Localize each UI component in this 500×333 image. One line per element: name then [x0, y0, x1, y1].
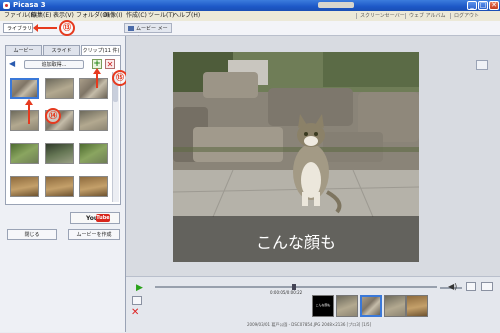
minimize-button[interactable]: _: [467, 1, 477, 10]
clip-thumbnail[interactable]: [10, 176, 39, 197]
back-arrow-icon[interactable]: ◀: [9, 60, 17, 68]
menu-edit[interactable]: 編集(E): [31, 12, 51, 20]
menu-view[interactable]: 表示(V): [53, 12, 74, 20]
clip-thumbnail[interactable]: [79, 110, 108, 131]
screensaver-link[interactable]: スクリーンセーバー: [360, 12, 405, 20]
account-name-blurred: [318, 2, 354, 8]
add-frame-icon[interactable]: [132, 296, 142, 305]
close-button[interactable]: 閉じる: [7, 229, 57, 240]
tab-strip: [0, 21, 500, 36]
tab-movie-settings[interactable]: ムービー: [5, 45, 42, 55]
preview-options-icon[interactable]: [476, 60, 488, 70]
menu-tools[interactable]: ツール(T): [148, 12, 174, 20]
video-preview[interactable]: こんな顔も: [173, 52, 419, 262]
picasa-app-icon: [3, 2, 10, 9]
menu-picture[interactable]: 画像(I): [104, 12, 122, 20]
filmstrip-slide[interactable]: [336, 295, 358, 317]
maximize-button[interactable]: □: [478, 1, 488, 10]
make-movie-button[interactable]: ムービーを作成: [68, 229, 120, 240]
annotation-arrowhead: [33, 24, 38, 32]
remove-slide-icon[interactable]: ✕: [131, 307, 139, 318]
seek-bar[interactable]: [155, 286, 437, 288]
clip-thumbnail[interactable]: [45, 143, 74, 164]
filmstrip-title-text: こんな顔も: [315, 303, 331, 307]
annotation-13: ⑬: [59, 20, 75, 36]
menu-separator: [356, 13, 357, 19]
video-caption: こんな顔も: [255, 233, 336, 252]
clip-thumbnail[interactable]: [10, 110, 39, 131]
volume-icon[interactable]: ◀): [448, 282, 457, 291]
annotation-arrow: [35, 27, 57, 29]
export-icon[interactable]: [481, 282, 493, 291]
youtube-logo-tube: Tube: [96, 214, 110, 222]
annotation-arrowhead: [93, 68, 101, 74]
play-icon[interactable]: ▶: [136, 283, 147, 293]
movie-maker-icon: [128, 26, 134, 31]
fullscreen-icon[interactable]: [466, 282, 476, 291]
clip-thumbnail[interactable]: [79, 176, 108, 197]
clip-thumbnail[interactable]: [79, 143, 108, 164]
clip-thumbnail[interactable]: [45, 78, 74, 99]
menu-help[interactable]: ヘルプ(H): [173, 12, 200, 20]
tab-library[interactable]: ライブラリ: [3, 23, 33, 33]
tab-clips[interactable]: クリップ(11 件): [81, 45, 121, 55]
clip-thumbnail[interactable]: [79, 78, 108, 99]
filmstrip-slide[interactable]: [360, 295, 382, 317]
menu-separator: [450, 13, 451, 19]
status-text: 2009/03/01 葛戸公園 - DSC07854.JPG 2048×2136…: [247, 322, 372, 327]
menu-separator: [405, 13, 406, 19]
remove-clip-button[interactable]: ✕: [105, 59, 115, 69]
filmstrip-slide[interactable]: [406, 295, 428, 317]
title-bar: Picasa 3 _ □ ✕: [0, 0, 500, 11]
clip-thumbnail[interactable]: [10, 143, 39, 164]
add-files-button[interactable]: 追加取得...: [24, 60, 84, 69]
annotation-arrow: [96, 72, 98, 88]
annotation-arrowhead: [25, 99, 33, 105]
menu-create[interactable]: 作成(C): [126, 12, 147, 20]
logout-link[interactable]: ログアウト: [454, 12, 479, 20]
annotation-arrow: [28, 104, 30, 124]
clip-thumbnail[interactable]: [45, 176, 74, 197]
web-album-link[interactable]: ウェブ アルバム: [409, 12, 446, 20]
window-title: Picasa 3: [13, 1, 46, 9]
annotation-14: ⑭: [45, 108, 61, 124]
clip-thumbnail[interactable]: [10, 78, 39, 99]
time-readout: 0:00:05/0:00:22: [270, 290, 303, 295]
close-window-button[interactable]: ✕: [489, 1, 499, 10]
filmstrip-slide[interactable]: [384, 295, 406, 317]
tab-slide[interactable]: スライド: [43, 45, 80, 55]
